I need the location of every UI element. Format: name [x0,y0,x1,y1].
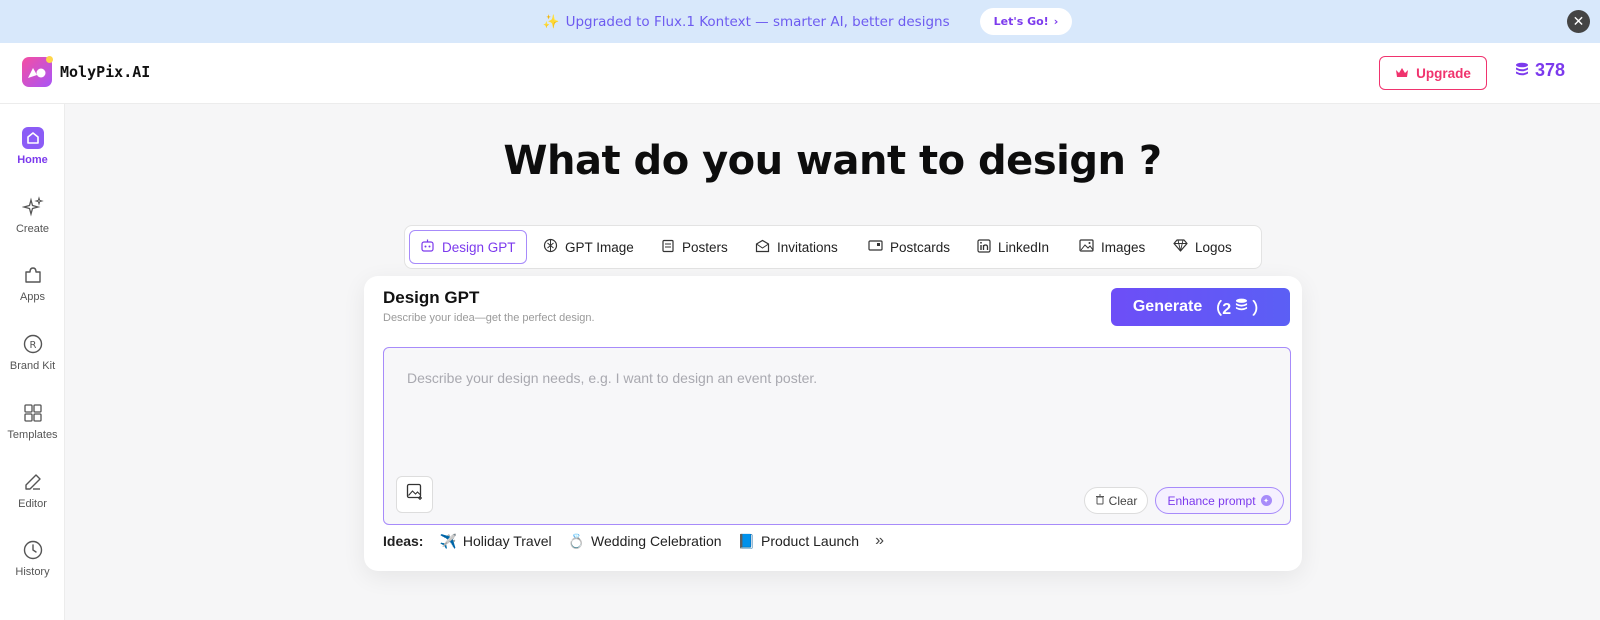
sidebar-label-home: Home [17,154,48,166]
tab-logos[interactable]: Logos [1173,230,1232,264]
linkedin-icon [977,238,991,256]
sidebar-item-create[interactable]: Create [0,195,65,235]
openai-icon [543,238,558,256]
lets-go-button[interactable]: Let's Go! › [979,8,1073,35]
generate-label: Generate [1132,298,1203,315]
card-subtitle: Describe your idea—get the perfect desig… [383,312,595,324]
crown-icon [1395,66,1409,81]
prompt-box: Clear Enhance prompt ✦ [383,347,1291,525]
ring-icon: 💍 [567,532,586,549]
trash-icon [1095,494,1105,508]
book-icon: 📘 [737,532,755,549]
prompt-input[interactable] [384,348,1290,468]
ideas-row: Ideas: ✈️ Holiday Travel 💍 Wedding Celeb… [383,532,884,550]
image-icon [1079,239,1094,255]
page-title: What do you want to design ? [503,138,1162,184]
sidebar: Home Create Apps R Brand Kit Templates E… [0,104,65,620]
generate-cost: （2 [1206,301,1232,318]
banner-message: Upgraded to Flux.1 Kontext — smarter AI,… [565,13,950,30]
home-icon [21,126,45,150]
tab-gpt-image[interactable]: GPT Image [543,230,634,264]
tab-invitations[interactable]: Invitations [755,230,838,264]
tab-images[interactable]: Images [1079,230,1145,264]
envelope-icon [755,239,770,256]
tab-label: Images [1101,239,1146,255]
idea-label: Wedding Celebration [591,533,722,549]
tab-linkedin[interactable]: LinkedIn [977,230,1049,264]
clear-button[interactable]: Clear [1084,487,1148,514]
logo[interactable]: MolyPix.AI [22,56,151,87]
idea-label: Holiday Travel [462,533,552,549]
sparkle-icon [21,195,45,219]
lets-go-label: Let's Go! [993,15,1049,28]
sidebar-label-history: History [15,566,50,578]
airplane-icon: ✈️ [439,532,457,549]
coins-icon [1235,298,1248,316]
design-type-tabs: Design GPT GPT Image Posters Invitations… [404,225,1262,269]
tab-posters[interactable]: Posters [661,230,728,264]
poster-icon [661,239,675,256]
design-gpt-card: Design GPT Describe your idea—get the pe… [364,276,1302,571]
robot-icon [420,238,435,256]
upgrade-button[interactable]: Upgrade [1379,56,1487,90]
more-ideas-icon[interactable]: » [875,532,884,550]
image-add-icon [406,483,424,506]
upload-image-button[interactable] [396,476,433,513]
announcement-banner: ✨ Upgraded to Flux.1 Kontext — smarter AI… [0,0,1600,43]
sidebar-label-templates: Templates [7,429,58,441]
chevron-right-icon: › [1053,15,1059,28]
sidebar-label-create: Create [15,223,50,235]
idea-holiday-travel[interactable]: ✈️ Holiday Travel [439,533,551,550]
idea-wedding-celebration[interactable]: 💍 Wedding Celebration [568,533,722,550]
tab-label: Invitations [777,239,838,255]
sidebar-label-editor: Editor [18,498,47,510]
tab-label: Design GPT [442,239,516,255]
svg-text:R: R [29,340,36,351]
sidebar-item-home[interactable]: Home [0,126,65,166]
idea-product-launch[interactable]: 📘 Product Launch [738,533,860,550]
tab-label: Logos [1195,239,1232,255]
pen-icon [21,470,45,494]
generate-cost-close: ） [1252,301,1269,318]
sparkle-emoji-icon: ✨ [542,13,560,30]
clock-icon [21,538,45,562]
grid-icon [21,401,45,425]
banner-text: ✨ Upgraded to Flux.1 Kontext — smarter AI… [543,14,950,30]
enhance-label: Enhance prompt [1167,493,1256,508]
tab-postcards[interactable]: Postcards [868,230,950,264]
generate-button[interactable]: Generate （2 ） [1111,288,1290,326]
logo-icon [22,56,53,87]
card-title: Design GPT [383,288,480,307]
logo-text: MolyPix.AI [60,63,151,81]
sidebar-item-templates[interactable]: Templates [0,401,65,441]
top-header: MolyPix.AI Upgrade 378 [0,43,1600,104]
sidebar-item-editor[interactable]: Editor [0,470,65,510]
postcard-icon [868,239,883,255]
enhance-prompt-button[interactable]: Enhance prompt ✦ [1155,487,1284,514]
coins-icon [1515,60,1529,81]
puzzle-icon [21,263,45,287]
tab-design-gpt[interactable]: Design GPT [409,230,527,264]
upgrade-label: Upgrade [1416,65,1471,81]
tab-label: LinkedIn [998,239,1050,255]
close-icon[interactable]: ✕ [1567,10,1590,33]
tab-label: GPT Image [565,239,634,255]
registered-icon: R [21,332,45,356]
diamond-icon [1173,239,1188,255]
sidebar-item-apps[interactable]: Apps [0,263,65,303]
clear-label: Clear [1108,493,1138,508]
credits-counter[interactable]: 378 [1515,60,1565,81]
sidebar-label-apps: Apps [19,291,46,303]
sidebar-item-brand-kit[interactable]: R Brand Kit [0,332,65,372]
ideas-label: Ideas: [383,533,424,549]
sidebar-item-history[interactable]: History [0,538,65,578]
tab-label: Posters [682,239,728,255]
tab-label: Postcards [890,239,951,255]
idea-label: Product Launch [760,533,860,549]
credits-value: 378 [1535,60,1566,80]
sidebar-label-brand-kit: Brand Kit [9,360,56,372]
enhance-sparkle-icon: ✦ [1260,495,1272,506]
